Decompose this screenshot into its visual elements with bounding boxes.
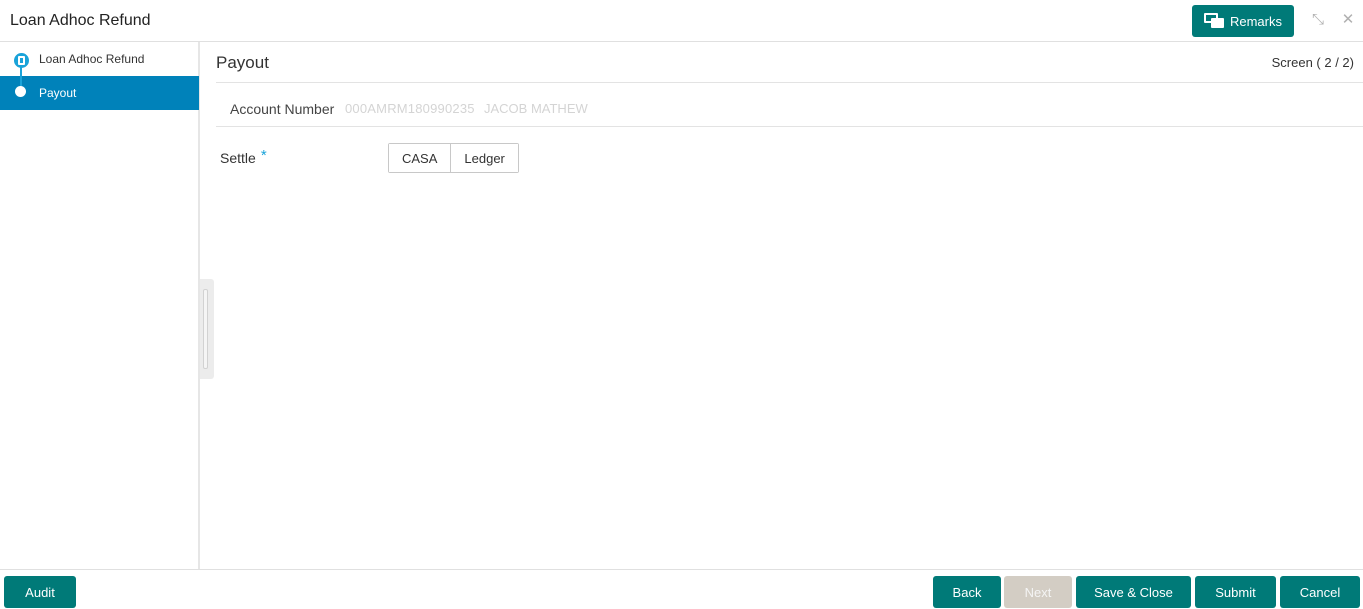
section-title: Payout: [216, 53, 269, 72]
header: Loan Adhoc Refund Remarks ⤡ ✕: [0, 0, 1363, 42]
minimize-icon[interactable]: ⤡: [1310, 12, 1326, 28]
account-number-label: Account Number: [230, 101, 335, 117]
sidebar: Loan Adhoc Refund Payout: [0, 42, 200, 569]
sidebar-step-payout[interactable]: Payout: [0, 76, 199, 110]
settle-label-text: Settle: [220, 150, 256, 166]
step-completed-icon: [14, 53, 29, 68]
sidebar-step-label: Loan Adhoc Refund: [39, 52, 145, 66]
app-window: Loan Adhoc Refund Remarks ⤡ ✕ Loan Adhoc…: [0, 0, 1363, 609]
settle-option-casa[interactable]: CASA: [389, 144, 451, 172]
divider: [216, 82, 1363, 83]
cancel-button[interactable]: Cancel: [1280, 576, 1360, 608]
settle-toggle-group: CASA Ledger: [388, 143, 519, 173]
required-asterisk: *: [260, 147, 267, 164]
account-holder-name: JACOB MATHEW: [484, 101, 588, 116]
divider: [216, 126, 1363, 127]
panel-splitter-handle[interactable]: [200, 279, 214, 379]
settle-option-ledger[interactable]: Ledger: [450, 144, 518, 172]
sidebar-step-loan-adhoc-refund[interactable]: Loan Adhoc Refund: [0, 42, 199, 76]
grip-icon: [203, 289, 208, 369]
screen-counter: Screen ( 2 / 2): [1271, 55, 1354, 70]
footer-toolbar: Audit Back Next Save & Close Submit Canc…: [0, 569, 1363, 609]
sidebar-step-label: Payout: [39, 86, 77, 100]
remarks-button[interactable]: Remarks: [1192, 5, 1294, 37]
save-close-button[interactable]: Save & Close: [1076, 576, 1191, 608]
submit-button[interactable]: Submit: [1195, 576, 1276, 608]
close-icon[interactable]: ✕: [1340, 12, 1356, 28]
speech-bubbles-icon: [1203, 12, 1226, 30]
remarks-label: Remarks: [1229, 13, 1282, 29]
back-button[interactable]: Back: [933, 576, 1001, 608]
audit-button[interactable]: Audit: [4, 576, 76, 608]
next-button[interactable]: Next: [1004, 576, 1072, 608]
page-title: Loan Adhoc Refund: [10, 12, 151, 29]
step-current-icon: [15, 86, 26, 97]
account-number-value: 000AMRM180990235: [345, 101, 475, 116]
settle-label: Settle *: [220, 147, 267, 167]
